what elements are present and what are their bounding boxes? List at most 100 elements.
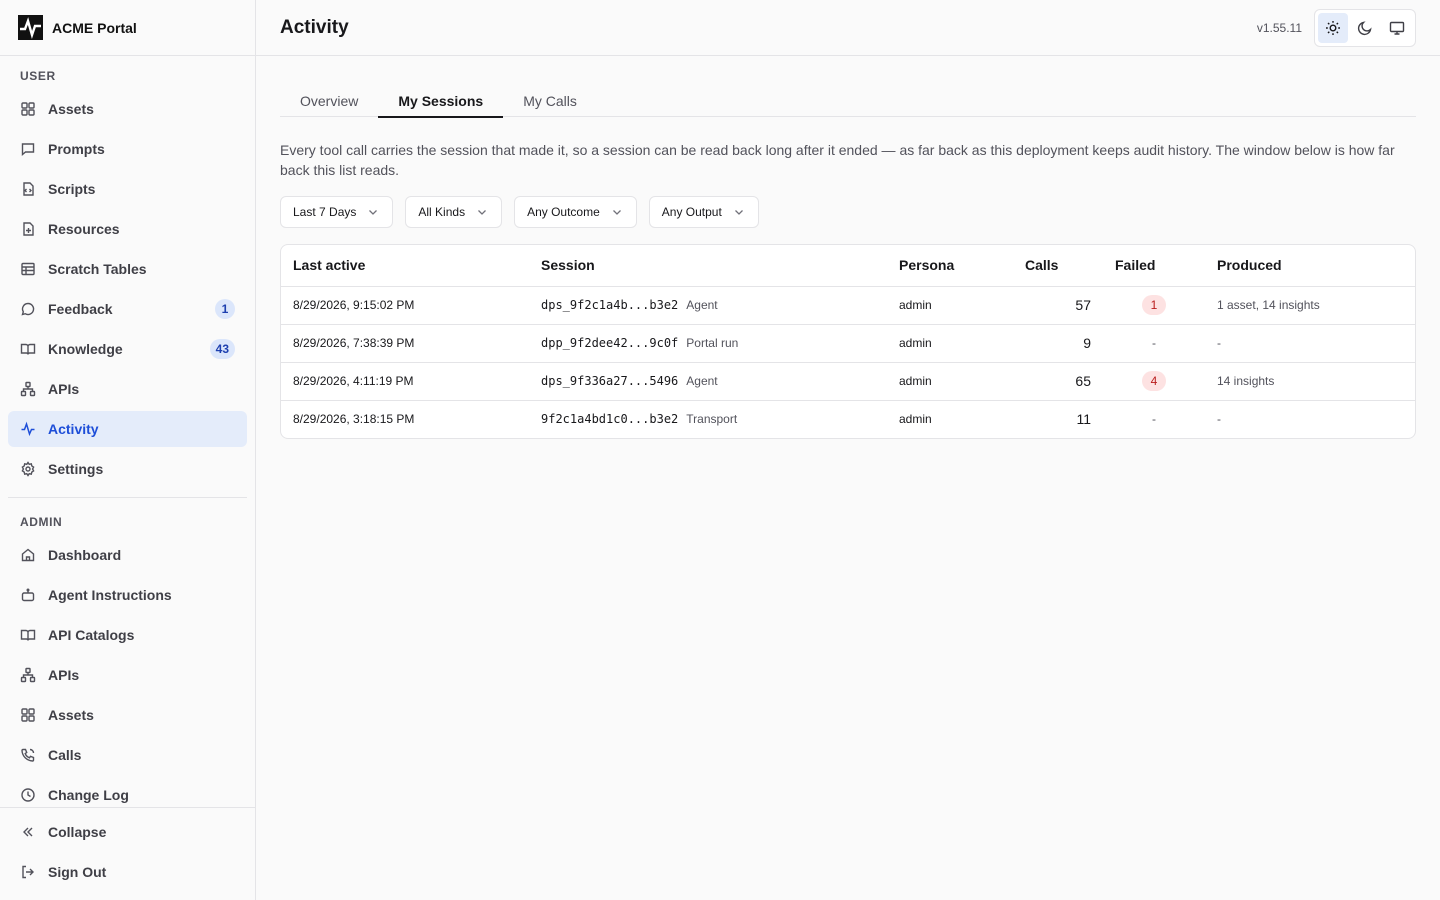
file-plus-icon (20, 221, 36, 237)
column-header-last-active[interactable]: Last active (281, 245, 529, 287)
sidebar-item-api-catalogs[interactable]: API Catalogs (8, 617, 247, 653)
nav-scroll[interactable]: USER Assets Prompts Scripts Resources Sc… (0, 56, 255, 807)
filter-bar: Last 7 Days All Kinds Any Outcome Any Ou… (280, 196, 1416, 228)
tab-bar: Overview My Sessions My Calls (280, 84, 1416, 118)
system-theme-button[interactable] (1382, 13, 1412, 43)
sidebar-item-activity[interactable]: Activity (8, 411, 247, 447)
sidebar-item-admin-apis[interactable]: APIs (8, 657, 247, 693)
calls-cell: 57 (1013, 286, 1103, 325)
section-label-admin: ADMIN (20, 515, 63, 529)
sidebar-item-prompts[interactable]: Prompts (8, 131, 247, 167)
sidebar-item-label: Activity (48, 421, 99, 437)
column-header-produced[interactable]: Produced (1205, 245, 1415, 287)
persona-cell: admin (887, 286, 1013, 325)
gear-icon (20, 461, 36, 477)
bot-icon (20, 587, 36, 603)
sidebar-item-label: Settings (48, 461, 104, 477)
session-id[interactable]: dpp_9f2dee42...9c0f (541, 336, 678, 350)
sidebar-item-change-log[interactable]: Change Log (8, 777, 247, 807)
sidebar-item-label: Prompts (48, 141, 105, 157)
sidebar-item-assets[interactable]: Assets (8, 91, 247, 127)
kind-select[interactable]: All Kinds (405, 196, 503, 228)
table-row[interactable]: 8/29/2026, 7:38:39 PM dpp_9f2dee42...9c0… (281, 324, 1415, 363)
column-header-calls[interactable]: Calls (1013, 245, 1103, 287)
sidebar-item-label: Agent Instructions (48, 587, 172, 603)
column-header-persona[interactable]: Persona (887, 245, 1013, 287)
calls-cell: 11 (1076, 411, 1091, 428)
last-active-cell: 8/29/2026, 3:18:15 PM (293, 412, 415, 427)
table-row[interactable]: 8/29/2026, 9:15:02 PM dps_9f2c1a4b...b3e… (281, 286, 1415, 325)
failed-cell: - (1152, 412, 1156, 427)
session-id[interactable]: 9f2c1a4bd1c0...b3e2 (541, 412, 678, 426)
failed-cell: - (1103, 324, 1205, 363)
sidebar-item-resources[interactable]: Resources (8, 211, 247, 247)
sessions-table: Last active Session Persona Calls Failed… (280, 244, 1416, 439)
topbar: Activity v1.55.11 (256, 0, 1440, 56)
time-range-select[interactable]: Last 7 Days (280, 196, 394, 228)
sidebar-item-label: Scratch Tables (48, 261, 147, 277)
outcome-select[interactable]: Any Outcome (514, 196, 637, 228)
filter-label: Any Output (661, 205, 722, 219)
sign-out-button[interactable]: Sign Out (8, 854, 247, 890)
session-id[interactable]: dps_9f336a27...5496 (541, 374, 678, 388)
light-theme-button[interactable] (1318, 12, 1348, 43)
dark-theme-button[interactable] (1350, 13, 1380, 43)
calls-cell: 65 (1013, 362, 1103, 401)
last-active-cell: 8/29/2026, 7:38:39 PM (281, 324, 529, 363)
brand[interactable]: ACME Portal (0, 0, 255, 56)
sidebar-item-scratch-tables[interactable]: Scratch Tables (8, 251, 247, 287)
theme-switcher (1314, 8, 1416, 47)
sidebar-footer: Collapse Sign Out (0, 807, 255, 900)
chevron-down-icon (610, 205, 624, 219)
knowledge-count-badge: 43 (209, 339, 235, 359)
column-header-session[interactable]: Session (529, 245, 887, 287)
sidebar-item-settings[interactable]: Settings (8, 451, 247, 487)
sidebar-item-dashboard[interactable]: Dashboard (8, 537, 247, 573)
app-root: ACME Portal USER Assets Prompts Scripts … (0, 0, 1440, 900)
network-icon (20, 381, 36, 397)
sidebar-item-knowledge[interactable]: Knowledge 43 (8, 331, 247, 367)
brand-name: ACME Portal (52, 19, 137, 36)
sidebar-item-agent-instructions[interactable]: Agent Instructions (8, 577, 247, 613)
activity-icon (20, 421, 36, 437)
script-icon (20, 181, 36, 197)
chevron-down-icon (366, 205, 380, 219)
sidebar-item-label: Knowledge (48, 341, 123, 357)
output-select[interactable]: Any Output (648, 196, 759, 228)
log-out-icon (20, 864, 36, 880)
produced-cell: 14 insights (1205, 362, 1415, 401)
sidebar-item-calls[interactable]: Calls (8, 737, 247, 773)
filter-label: Any Outcome (527, 205, 600, 219)
collapse-label: Collapse (48, 824, 107, 840)
book-open-icon (20, 341, 36, 357)
table-row[interactable]: 8/29/2026, 3:18:15 PM 9f2c1a4bd1c0...b3e… (281, 400, 1415, 438)
filter-label: Last 7 Days (293, 205, 357, 219)
sidebar-item-label: Calls (48, 747, 82, 763)
sidebar-item-admin-assets[interactable]: Assets (8, 697, 247, 733)
chat-bubble-icon (20, 301, 36, 317)
sidebar-item-apis[interactable]: APIs (8, 371, 247, 407)
sidebar-divider (8, 497, 247, 498)
section-label-user: USER (20, 69, 56, 83)
sign-out-label: Sign Out (48, 864, 107, 880)
last-active-cell: 8/29/2026, 9:15:02 PM (281, 286, 529, 325)
tab-overview[interactable]: Overview (280, 84, 378, 117)
session-id[interactable]: dps_9f2c1a4b...b3e2 (541, 298, 678, 312)
failed-count-badge: 4 (1142, 371, 1166, 391)
monitor-icon (1389, 20, 1405, 36)
column-header-failed[interactable]: Failed (1103, 245, 1205, 287)
tab-my-calls[interactable]: My Calls (503, 84, 597, 117)
produced-cell: - (1217, 412, 1221, 427)
sidebar-item-label: Change Log (48, 787, 129, 803)
tab-my-sessions[interactable]: My Sessions (378, 84, 504, 118)
collapse-button[interactable]: Collapse (8, 814, 247, 850)
session-cell: dpp_9f2dee42...9c0f Portal run (529, 324, 887, 363)
sidebar-item-feedback[interactable]: Feedback 1 (8, 291, 247, 327)
chevrons-left-icon (20, 824, 36, 840)
failed-count-badge: 1 (1142, 295, 1166, 315)
produced-cell: 1 asset, 14 insights (1205, 286, 1415, 325)
table-row[interactable]: 8/29/2026, 4:11:19 PM dps_9f336a27...549… (281, 362, 1415, 401)
sidebar-item-label: APIs (48, 381, 80, 397)
chevron-down-icon (475, 205, 489, 219)
sidebar-item-scripts[interactable]: Scripts (8, 171, 247, 207)
